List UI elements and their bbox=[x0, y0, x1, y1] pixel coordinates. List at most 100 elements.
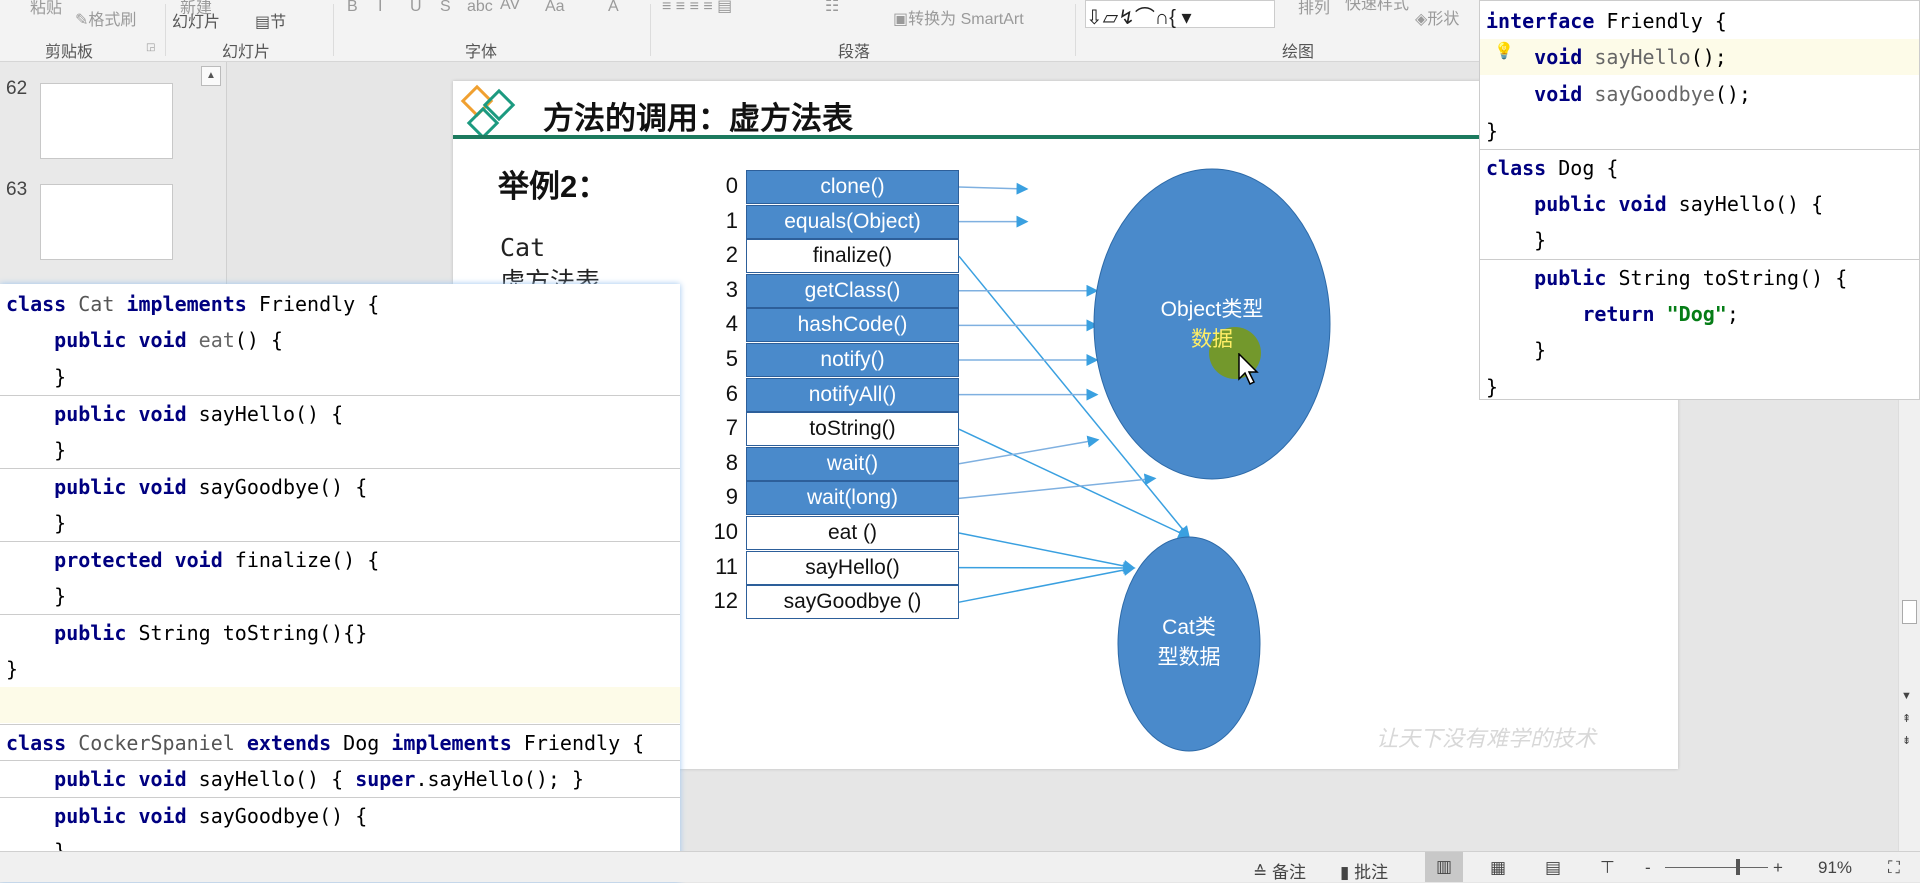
code-token bbox=[6, 402, 54, 426]
code-line: public void eat() { bbox=[0, 322, 680, 358]
code-token: } bbox=[1486, 228, 1546, 252]
font-color-button[interactable]: A bbox=[608, 0, 619, 16]
smartart-label: 转换为 SmartArt bbox=[908, 11, 1024, 28]
code-line: public void sayHello() { bbox=[0, 395, 680, 431]
code-token: class bbox=[6, 731, 78, 755]
code-token: public void bbox=[54, 804, 199, 828]
group-slides: 幻灯片 bbox=[222, 38, 270, 62]
code-token: String toString(){} bbox=[138, 621, 367, 645]
group-paragraph: 段落 bbox=[838, 38, 870, 62]
dialog-launcher-icon[interactable]: ◲ bbox=[146, 42, 155, 53]
thumbnail-number: 62 bbox=[6, 78, 27, 100]
code-token: Friendly { bbox=[524, 731, 644, 755]
arrange-button[interactable]: 排列 bbox=[1298, 0, 1330, 18]
code-token: return bbox=[1582, 302, 1666, 326]
fit-to-window-icon[interactable]: ⛶ bbox=[1888, 858, 1900, 878]
code-line: interface Friendly { bbox=[1480, 3, 1919, 39]
slide-thumbnail-63[interactable] bbox=[40, 184, 173, 260]
zoom-slider[interactable] bbox=[1665, 867, 1768, 868]
code-line: public String toString(){} bbox=[0, 614, 680, 650]
cat-label-line: 型数据 bbox=[1119, 643, 1259, 673]
code-token bbox=[6, 328, 54, 352]
zoom-in-button[interactable]: + bbox=[1773, 858, 1783, 878]
change-case-button[interactable]: Aa bbox=[545, 0, 565, 16]
paste-button[interactable]: 粘贴 bbox=[30, 0, 62, 18]
scroll-down-icon[interactable]: ▼ bbox=[1901, 690, 1912, 702]
new-slide-button[interactable]: 幻灯片 bbox=[172, 8, 220, 32]
code-token: public void bbox=[54, 767, 199, 791]
code-token: finalize() { bbox=[235, 548, 380, 572]
normal-view-button[interactable]: ▥ bbox=[1425, 852, 1463, 882]
vtable-arrow bbox=[959, 533, 1134, 568]
code-line: class Dog { bbox=[1480, 149, 1919, 185]
code-popup-cat[interactable]: class Cat implements Friendly { public v… bbox=[0, 284, 680, 882]
code-token: String toString() { bbox=[1618, 266, 1847, 290]
code-token: } bbox=[6, 365, 66, 389]
prev-slide-icon[interactable]: ⇞ bbox=[1902, 712, 1911, 725]
code-token: Friendly { bbox=[1606, 9, 1726, 33]
divider bbox=[165, 4, 166, 56]
italic-button[interactable]: I bbox=[378, 0, 382, 16]
shadow-button[interactable]: S bbox=[440, 0, 451, 16]
code-token: } bbox=[6, 657, 18, 681]
vertical-scrollbar[interactable]: ▼ ⇞ ⇟ bbox=[1898, 400, 1920, 851]
section-button[interactable]: ▤节 bbox=[255, 8, 286, 32]
code-token: public bbox=[54, 621, 138, 645]
slide-thumbnail-62[interactable] bbox=[40, 83, 173, 159]
code-line: return "Dog"; bbox=[1480, 296, 1919, 332]
lightbulb-icon[interactable]: 💡 bbox=[1494, 41, 1514, 60]
divider bbox=[650, 4, 651, 56]
code-token: ; bbox=[1727, 302, 1739, 326]
notes-button[interactable]: ≙ 备注 bbox=[1253, 858, 1306, 883]
shapes-gallery[interactable]: ⇩▱↯⌒∩{ ▾ bbox=[1085, 0, 1275, 28]
code-token: eat bbox=[199, 328, 235, 352]
code-token: class bbox=[6, 292, 78, 316]
watermark: 让天下没有难学的技术 bbox=[1376, 721, 1596, 753]
code-token: void bbox=[1534, 82, 1594, 106]
scroll-thumb[interactable] bbox=[1902, 600, 1917, 624]
char-spacing-button[interactable]: AV bbox=[500, 0, 520, 14]
underline-button[interactable]: U bbox=[410, 0, 422, 16]
code-line: } bbox=[0, 432, 680, 468]
code-token bbox=[1486, 266, 1534, 290]
code-token bbox=[6, 621, 54, 645]
code-token: Dog bbox=[343, 731, 391, 755]
code-line: public void sayGoodbye() { bbox=[0, 468, 680, 504]
quick-styles-button[interactable]: 快速样式 bbox=[1345, 0, 1409, 14]
zoom-level[interactable]: 91% bbox=[1818, 858, 1852, 878]
comments-button[interactable]: ▮ 批注 bbox=[1340, 858, 1388, 883]
slide-sorter-button[interactable]: ▦ bbox=[1490, 858, 1506, 878]
comments-label: 批注 bbox=[1354, 863, 1388, 882]
code-token: "Dog" bbox=[1667, 302, 1727, 326]
scroll-up-button[interactable]: ▲ bbox=[201, 66, 221, 86]
code-line: public void sayGoodbye() { bbox=[0, 797, 680, 833]
strikethrough-button[interactable]: abc bbox=[467, 0, 493, 16]
code-line: public void sayHello() { bbox=[1480, 186, 1919, 222]
format-painter-label: 格式刷 bbox=[88, 12, 136, 29]
align-buttons[interactable]: ≡ ≡ ≡ ≡ ▤ bbox=[662, 0, 732, 16]
next-slide-icon[interactable]: ⇟ bbox=[1902, 734, 1911, 747]
columns-button[interactable]: ☷ bbox=[825, 0, 839, 16]
code-line: } bbox=[1480, 222, 1919, 258]
code-token: sayGoodbye bbox=[1594, 82, 1714, 106]
cat-label-line: Cat类 bbox=[1119, 613, 1259, 643]
code-token: Cat bbox=[78, 292, 126, 316]
code-token: sayHello bbox=[1594, 45, 1690, 69]
slideshow-button[interactable]: ⊤ bbox=[1600, 858, 1615, 878]
code-token: } bbox=[6, 438, 66, 462]
shape-fill-button[interactable]: ◈形状 bbox=[1415, 5, 1459, 29]
shape-fill-label: 形状 bbox=[1427, 11, 1459, 28]
smartart-button[interactable]: ▣转换为 SmartArt bbox=[893, 5, 1024, 29]
code-token: super bbox=[355, 767, 415, 791]
code-token bbox=[6, 475, 54, 499]
bold-button[interactable]: B bbox=[347, 0, 358, 16]
format-painter-button[interactable]: ✎格式刷 bbox=[75, 6, 136, 30]
code-popup-dog[interactable]: interface Friendly { void sayHello(); vo… bbox=[1479, 0, 1920, 400]
code-token: sayGoodbye() { bbox=[199, 475, 368, 499]
code-token bbox=[6, 767, 54, 791]
zoom-slider-thumb[interactable] bbox=[1736, 859, 1740, 875]
code-token: sayHello() { bbox=[1679, 192, 1824, 216]
reading-view-button[interactable]: ▤ bbox=[1545, 858, 1561, 878]
code-line: } bbox=[0, 651, 680, 687]
zoom-out-button[interactable]: - bbox=[1645, 858, 1651, 878]
